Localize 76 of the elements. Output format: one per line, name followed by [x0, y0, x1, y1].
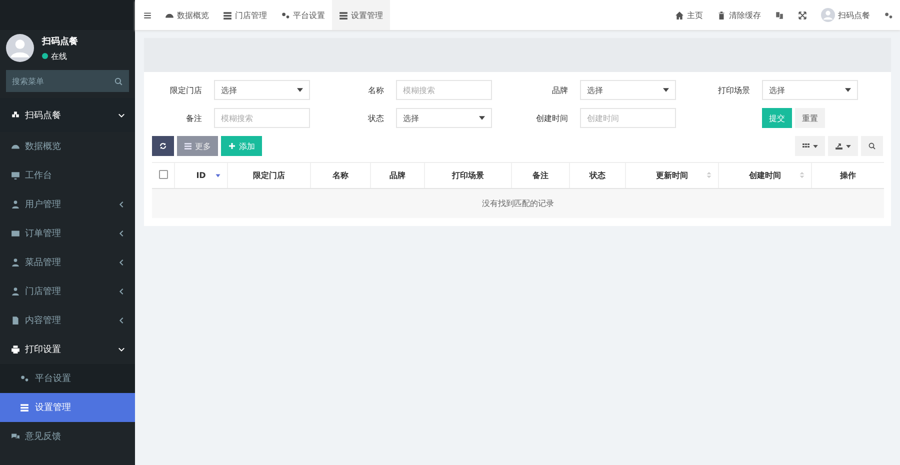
column-header[interactable]: 创建时间: [718, 162, 812, 188]
user-status: 在线: [51, 50, 67, 62]
reset-button[interactable]: 重置: [795, 108, 825, 128]
select-field[interactable]: 选择: [580, 80, 676, 100]
select-field[interactable]: 选择: [762, 80, 858, 100]
caret-icon: [479, 116, 485, 120]
field-label: 创建时间: [535, 112, 568, 124]
gauge-icon: [11, 142, 20, 151]
select-field[interactable]: 选择: [396, 108, 492, 128]
nav-tab[interactable]: 数据概览: [158, 0, 216, 30]
column-header[interactable]: 更新时间: [626, 162, 718, 188]
comments-icon: [11, 432, 20, 441]
menu-item[interactable]: 打印设置: [0, 335, 135, 364]
field-label: 限定门店: [169, 84, 202, 96]
user-icon: [11, 200, 20, 209]
empty-message: 没有找到匹配的记录: [482, 199, 554, 208]
user-name: 扫码点餐: [42, 35, 78, 48]
menu-item[interactable]: 数据概览: [0, 132, 135, 161]
search-icon: [868, 142, 876, 150]
submenu-item[interactable]: 平台设置: [0, 364, 135, 393]
search-icon: [114, 76, 123, 86]
avatar-icon: [821, 8, 835, 22]
field-label: 备注: [185, 112, 202, 124]
search-field[interactable]: 搜索菜单: [6, 70, 129, 92]
card-icon: [11, 229, 20, 238]
caret-icon: [663, 88, 669, 92]
grid-icon: [802, 142, 810, 150]
input-field[interactable]: 模糊搜索: [396, 80, 492, 100]
menu-item[interactable]: 订单管理: [0, 219, 135, 248]
input-field[interactable]: 创建时间: [580, 108, 676, 128]
plus-icon: [228, 142, 236, 150]
user-icon: [11, 258, 20, 267]
list-icon: [184, 142, 192, 150]
field-label: 名称: [367, 84, 384, 96]
nav-tab[interactable]: 设置管理: [332, 0, 390, 30]
nav-tab[interactable]: 门店管理: [216, 0, 274, 30]
file-icon: [11, 316, 20, 325]
printer-icon: [11, 345, 20, 354]
menu-item[interactable]: 工作台: [0, 161, 135, 190]
submenu-item[interactable]: 设置管理: [0, 393, 135, 422]
field-label: 状态: [367, 112, 384, 124]
trash-icon: [717, 10, 726, 20]
menu-item[interactable]: 内容管理: [0, 306, 135, 335]
columns-button[interactable]: [795, 136, 825, 156]
header-link[interactable]: 清除缓存: [710, 0, 768, 30]
list-icon: [20, 403, 29, 412]
user-icon: [11, 287, 20, 296]
menu-item[interactable]: 门店管理: [0, 277, 135, 306]
refresh-button[interactable]: [152, 136, 174, 156]
caret-icon: [813, 144, 818, 148]
home-icon: [675, 10, 684, 20]
fullscreen-icon[interactable]: [798, 10, 807, 20]
monitor-icon: [11, 171, 20, 180]
cubes-icon: [11, 110, 20, 120]
export-button[interactable]: [828, 136, 858, 156]
list-icon: [339, 10, 348, 20]
field-label: 品牌: [551, 84, 568, 96]
list-icon: [223, 10, 232, 20]
field-label: 打印场景: [717, 84, 750, 96]
select-field[interactable]: 选择: [214, 80, 310, 100]
menu-icon[interactable]: [143, 10, 152, 20]
caret-icon: [845, 88, 851, 92]
checkbox[interactable]: [158, 170, 168, 179]
avatar-icon: [6, 34, 34, 62]
search-button[interactable]: [861, 136, 883, 156]
menu-item[interactable]: 菜品管理: [0, 248, 135, 277]
refresh-icon: [159, 142, 167, 150]
menu-item[interactable]: 意见反馈: [0, 422, 135, 451]
user-menu[interactable]: 扫码点餐: [814, 0, 877, 30]
menu-item[interactable]: 用户管理: [0, 190, 135, 219]
caret-icon: [297, 88, 303, 92]
nav-tab[interactable]: 平台设置: [274, 0, 332, 30]
header-link[interactable]: 主页: [668, 0, 710, 30]
caret-icon: [846, 144, 851, 148]
export-icon: [835, 142, 843, 150]
input-field[interactable]: 模糊搜索: [214, 108, 310, 128]
